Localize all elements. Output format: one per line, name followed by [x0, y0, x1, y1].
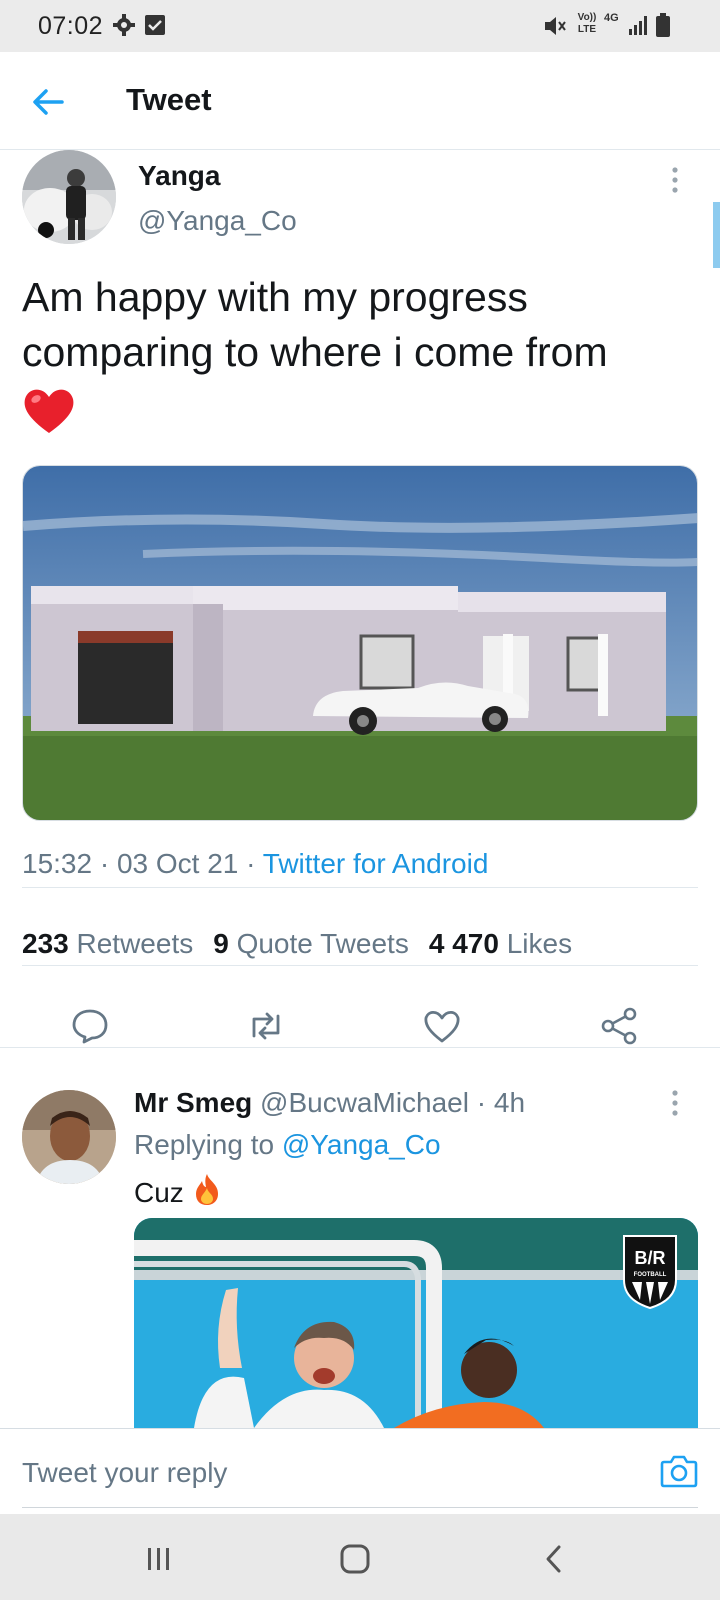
quotes-label: Quote Tweets: [236, 928, 409, 959]
reply-body: Cuz: [134, 1176, 184, 1208]
status-time: 07:02: [38, 12, 104, 40]
meta-separator: ·: [92, 848, 117, 879]
back-icon[interactable]: [538, 1542, 572, 1576]
replying-label: Replying to: [134, 1129, 275, 1160]
replying-to: Replying to @Yanga_Co: [134, 1129, 441, 1161]
share-icon[interactable]: [600, 1006, 640, 1046]
retweets-count: 233: [22, 928, 69, 959]
tweet-meta: 15:32 · 03 Oct 21 · Twitter for Android: [22, 848, 488, 880]
camera-icon[interactable]: [660, 1453, 698, 1489]
mute-icon: [542, 13, 568, 44]
reply-author-name[interactable]: Mr Smeg: [134, 1087, 252, 1118]
arrow-left-icon[interactable]: [30, 84, 66, 120]
tweet-text: Am happy with my progress comparing to w…: [22, 270, 702, 436]
replying-mention-link[interactable]: @Yanga_Co: [282, 1129, 441, 1160]
tweet-actions: [0, 1000, 720, 1066]
more-options-icon[interactable]: [670, 165, 680, 195]
page-title: Tweet: [126, 82, 212, 117]
likes-stat[interactable]: 4 470 Likes: [429, 928, 572, 959]
reply-author-handle[interactable]: @BucwaMichael: [260, 1087, 469, 1118]
br-badge-sub: FOOTBALL: [634, 1272, 667, 1278]
likes-count: 4 470: [428, 928, 499, 959]
4g-icon: 4G: [604, 12, 619, 24]
tweet-source-link[interactable]: Twitter for Android: [263, 848, 489, 879]
author-handle[interactable]: @Yanga_Co: [138, 205, 297, 237]
recents-icon[interactable]: [142, 1542, 176, 1576]
tweet-stats: 233 Retweets 9 Quote Tweets 4 470 Likes: [22, 928, 572, 960]
reply-icon[interactable]: [70, 1006, 110, 1046]
divider: [0, 1047, 720, 1048]
checkbox-icon: [144, 13, 166, 42]
reply-author-avatar[interactable]: [22, 1090, 116, 1184]
signal-icon: [628, 13, 650, 42]
like-icon[interactable]: [422, 1006, 462, 1046]
reply-header: Mr Smeg @BucwaMichael · 4h: [134, 1087, 525, 1119]
fire-emoji: [192, 1172, 222, 1213]
divider: [22, 887, 698, 888]
retweet-icon[interactable]: [246, 1006, 286, 1046]
tweet-time: 15:32: [22, 848, 93, 879]
author-avatar[interactable]: [22, 150, 116, 244]
reply-image[interactable]: B/R FOOTBALL: [134, 1218, 698, 1428]
red-heart-emoji: [22, 386, 76, 436]
retweets-stat[interactable]: 233 Retweets: [22, 928, 193, 959]
tweet-date: 03 Oct 21: [116, 848, 239, 879]
reply-age: 4h: [493, 1087, 526, 1118]
quotes-stat[interactable]: 9 Quote Tweets: [213, 928, 409, 959]
battery-icon: [656, 13, 670, 42]
scrollbar[interactable]: [713, 202, 720, 268]
br-badge: B/R: [635, 1248, 666, 1268]
tweet-image[interactable]: [22, 465, 698, 821]
settings-icon: [112, 13, 136, 42]
reply-more-options-icon[interactable]: [670, 1088, 680, 1118]
likes-label: Likes: [506, 928, 573, 959]
status-bar: 07:02 Vo)) LTE 4G: [0, 0, 720, 52]
author-name[interactable]: Yanga: [138, 160, 220, 192]
reply-separator: ·: [468, 1087, 494, 1118]
reply-input[interactable]: Tweet your reply: [22, 1457, 227, 1489]
quotes-count: 9: [213, 928, 229, 959]
divider: [22, 965, 698, 966]
reply-text: Cuz: [134, 1172, 222, 1213]
tweet-body: Am happy with my progress comparing to w…: [22, 274, 608, 375]
home-icon[interactable]: [338, 1542, 372, 1576]
volte-icon: Vo)) LTE: [577, 12, 597, 35]
reply-composer: Tweet your reply: [0, 1428, 720, 1514]
system-nav-bar: [0, 1514, 720, 1600]
input-underline: [22, 1507, 698, 1508]
app-bar: Tweet: [0, 52, 720, 150]
retweets-label: Retweets: [76, 928, 194, 959]
meta-separator: ·: [238, 848, 263, 879]
